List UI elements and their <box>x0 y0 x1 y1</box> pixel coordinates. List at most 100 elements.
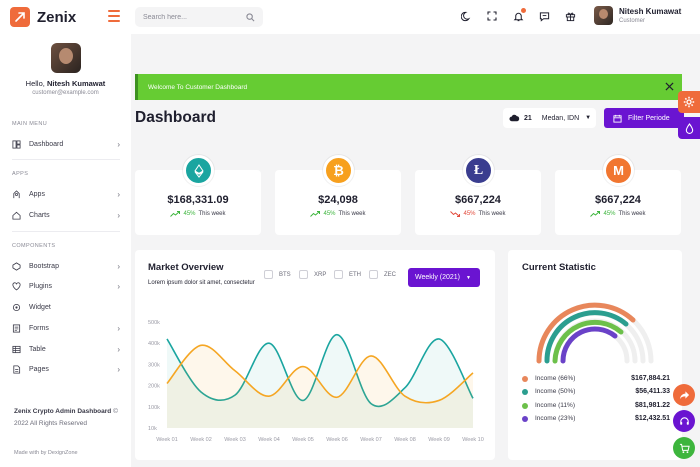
ethereum-icon <box>183 155 214 186</box>
filter-periode-button[interactable]: Filter Periode <box>604 108 684 128</box>
stat-row: Income (66%) $167,884.21 <box>522 375 670 382</box>
sidebar-item-dashboard[interactable]: Dashboard › <box>12 137 120 151</box>
legend-label: ETH <box>349 271 361 278</box>
theme-color-tab[interactable] <box>678 117 700 139</box>
arc-track-4 <box>560 326 630 364</box>
coin-change: 45% This week <box>415 211 541 217</box>
legend-xrp[interactable]: XRP <box>299 270 326 279</box>
share-arrow-icon <box>679 391 689 400</box>
litecoin-icon: Ł <box>463 155 494 186</box>
coin-value: $667,224 <box>595 194 641 206</box>
sidebar-item-table[interactable]: Table › <box>12 342 120 356</box>
x-tick-label: Week 02 <box>190 437 212 443</box>
change-percent: 45% <box>183 211 196 217</box>
period-label: Weekly (2021) <box>415 274 461 281</box>
table-icon <box>12 345 21 354</box>
checkbox[interactable] <box>299 270 308 279</box>
support-fab[interactable] <box>673 410 695 432</box>
legend-bts[interactable]: BTS <box>264 270 291 279</box>
user-profile-menu[interactable]: Nitesh Kumawat Customer <box>594 6 681 25</box>
change-label: This week <box>478 211 506 217</box>
sidebar-item-forms[interactable]: Forms › <box>12 321 120 335</box>
stat-row: Income (11%) $81,981.22 <box>522 402 670 409</box>
checkbox[interactable] <box>334 270 343 279</box>
share-fab[interactable] <box>673 384 695 406</box>
chevron-right-icon: › <box>117 189 120 199</box>
trend-up-icon <box>310 211 321 217</box>
sidebar-item-apps[interactable]: Apps › <box>12 187 120 201</box>
search-input[interactable] <box>143 13 246 21</box>
filter-button-label: Filter Periode <box>628 114 670 122</box>
sidebar-item-label: Pages <box>29 365 49 373</box>
divider <box>12 231 120 232</box>
coin-value: $24,098 <box>318 194 358 206</box>
sidebar-item-widget[interactable]: Widget <box>12 300 120 314</box>
chat-message-icon[interactable] <box>538 10 550 22</box>
chevron-right-icon: › <box>117 261 120 271</box>
legend-label: XRP <box>314 271 327 278</box>
sidebar-item-label: Charts <box>29 211 50 219</box>
legend-eth[interactable]: ETH <box>334 270 361 279</box>
market-overview-card: 500k 400k 300k 200k 100k 10k Week 01 Week 02 Wee… <box>135 250 495 460</box>
checkbox[interactable] <box>369 270 378 279</box>
search-box <box>135 7 263 27</box>
change-label: This week <box>338 211 366 217</box>
search-icon[interactable] <box>246 12 255 22</box>
greeting-prefix: Hello, <box>25 79 45 88</box>
drop-icon <box>685 122 693 134</box>
weekly-period-dropdown[interactable]: Weekly (2021) ▼ <box>408 268 480 287</box>
gift-icon[interactable] <box>564 10 576 22</box>
change-percent: 45% <box>323 211 336 217</box>
x-tick-label: Week 07 <box>360 437 382 443</box>
dashboard-icon <box>12 139 21 149</box>
sidebar-avatar[interactable] <box>50 43 81 73</box>
change-label: This week <box>198 211 226 217</box>
y-tick-label: 500k <box>148 320 160 326</box>
change-percent: 45% <box>603 211 616 217</box>
x-tick-label: Week 03 <box>224 437 246 443</box>
trend-down-icon <box>450 211 461 217</box>
sidebar-item-plugins[interactable]: Plugins › <box>12 279 120 293</box>
trend-up-icon <box>590 211 601 217</box>
dark-mode-moon-icon[interactable] <box>460 10 472 22</box>
settings-gear-tab[interactable] <box>678 91 700 113</box>
coin-card-litecoin: Ł $667,224 45% This week <box>415 155 541 235</box>
calendar-icon <box>613 114 622 123</box>
close-icon[interactable] <box>665 82 674 91</box>
chevron-right-icon: › <box>117 364 120 374</box>
x-tick-label: Week 08 <box>394 437 416 443</box>
cart-icon <box>679 443 690 453</box>
header-user-name: Nitesh Kumawat <box>619 6 682 16</box>
sidebar-greeting: Hello, Nitesh Kumawat <box>0 79 131 88</box>
checkbox[interactable] <box>264 270 273 279</box>
market-title: Market Overview <box>148 262 224 273</box>
footer-title: Zenix Crypto Admin Dashboard <box>14 408 112 415</box>
sidebar-footer: Zenix Crypto Admin Dashboard © 2022 All … <box>14 406 124 430</box>
brand-name: Zenix <box>37 8 77 26</box>
chevron-right-icon: › <box>117 323 120 333</box>
change-percent: 45% <box>463 211 476 217</box>
caret-down-icon: ▼ <box>585 115 592 121</box>
header-user-role: Customer <box>619 17 646 24</box>
y-tick-label: 400k <box>148 341 160 347</box>
menu-toggle-icon[interactable] <box>108 10 120 22</box>
cart-fab[interactable] <box>673 437 695 459</box>
notification-bell-icon[interactable] <box>512 8 526 22</box>
weather-dropdown[interactable]: 21 Medan, IDN ▼ <box>503 108 596 128</box>
chevron-right-icon: › <box>117 210 120 220</box>
sidebar-item-charts[interactable]: Charts › <box>12 208 120 222</box>
plugins-icon <box>12 281 21 291</box>
made-with-credit: Made with by DexignZone <box>14 450 78 456</box>
x-tick-label: Week 04 <box>258 437 280 443</box>
stat-value: $12,432.51 <box>634 415 670 422</box>
sidebar-item-pages[interactable]: Pages › <box>12 362 120 376</box>
fullscreen-icon[interactable] <box>486 10 498 22</box>
page-title: Dashboard <box>135 109 216 126</box>
sidebar-item-bootstrap[interactable]: Bootstrap › <box>12 259 120 273</box>
legend-zec[interactable]: ZEC <box>369 270 396 279</box>
x-tick-label: Week 09 <box>428 437 450 443</box>
gear-icon <box>683 96 695 108</box>
sidebar-item-label: Table <box>29 345 46 353</box>
sidebar-item-label: Widget <box>29 303 51 311</box>
statistic-arc-chart <box>536 302 654 364</box>
